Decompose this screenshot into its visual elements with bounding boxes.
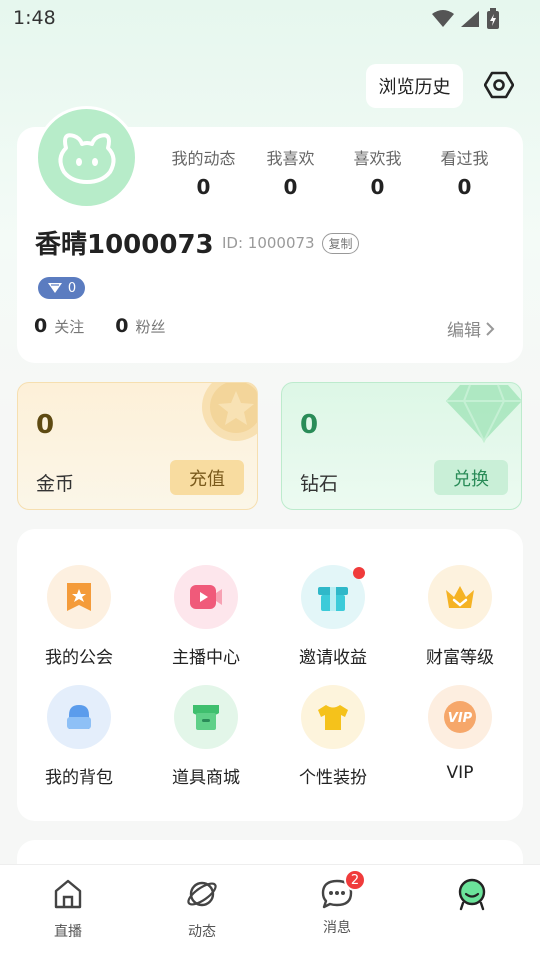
user-id: ID: 1000073: [222, 234, 315, 252]
stat-label: 看过我: [440, 149, 489, 168]
coins-label: 金币: [36, 473, 75, 495]
following-count[interactable]: 0: [34, 315, 47, 337]
menu-label: 邀请收益: [299, 648, 367, 668]
guild-icon: [47, 565, 111, 629]
stat-value: 0: [457, 175, 472, 199]
nav-label: 动态: [188, 924, 216, 940]
fans-label[interactable]: 粉丝: [135, 316, 165, 337]
username: 香晴1000073: [35, 230, 214, 260]
chevron-right-icon: [486, 321, 495, 336]
menu-item-outfit[interactable]: 个性装扮: [278, 685, 388, 788]
diamonds-value: 0: [300, 410, 319, 440]
diamonds-label: 钻石: [300, 473, 339, 495]
menu-item-shop[interactable]: 道具商城: [151, 685, 261, 788]
status-icons: [432, 8, 500, 30]
follow-row: 0 关注 0 粉丝: [34, 315, 197, 337]
planet-icon: [187, 881, 217, 907]
chat-icon-wrap: 2: [320, 869, 366, 911]
crown-icon: [428, 565, 492, 629]
level-badge: 0: [38, 277, 85, 299]
battery-icon: [487, 8, 499, 29]
nav-label: 消息: [323, 920, 351, 936]
signal-icon: [461, 11, 479, 27]
stat-i-like[interactable]: 我喜欢 0: [247, 145, 334, 199]
menu-label: 我的公会: [45, 648, 113, 668]
menu-label: VIP: [446, 763, 474, 783]
menu-item-backpack[interactable]: 我的背包: [24, 685, 134, 788]
stat-label: 我的动态: [171, 149, 236, 168]
stat-value: 0: [196, 175, 211, 199]
backpack-icon: [47, 685, 111, 749]
edit-profile-link[interactable]: 编辑: [447, 316, 495, 341]
invite-gift-icon: [301, 565, 365, 629]
nav-label: 直播: [54, 924, 82, 940]
bottom-nav: 直播 动态 2 消息: [0, 864, 540, 960]
nav-tab-messages[interactable]: 2 消息: [302, 869, 372, 937]
stat-value: 0: [283, 175, 298, 199]
svg-text:VIP: VIP: [448, 711, 473, 726]
avatar[interactable]: [35, 106, 138, 209]
level-value: 0: [67, 280, 77, 296]
home-icon: [54, 879, 82, 909]
stat-my-posts[interactable]: 我的动态 0: [160, 145, 247, 199]
menu-label: 道具商城: [172, 768, 240, 788]
stat-label: 喜欢我: [353, 149, 402, 168]
stat-label: 我喜欢: [266, 149, 315, 168]
menu-label: 个性装扮: [299, 768, 367, 788]
anchor-center-icon: [174, 565, 238, 629]
edit-label: 编辑: [447, 321, 481, 341]
settings-icon[interactable]: [484, 70, 514, 100]
diamond-decoration-icon: [446, 384, 521, 443]
stat-value: 0: [370, 175, 385, 199]
coins-card[interactable]: 0 金币 充值: [17, 382, 258, 510]
menu-item-guild[interactable]: 我的公会: [24, 565, 134, 668]
exchange-button[interactable]: 兑换: [434, 460, 508, 495]
copy-id-button[interactable]: 复制: [322, 233, 359, 254]
browse-history-button[interactable]: 浏览历史: [366, 64, 463, 108]
profile-stats: 我的动态 0 我喜欢 0 喜欢我 0 看过我 0: [160, 145, 510, 199]
menu-item-vip[interactable]: VIP VIP: [405, 685, 515, 783]
wifi-icon: [432, 10, 454, 27]
menu-label: 主播中心: [172, 648, 240, 668]
coins-value: 0: [36, 410, 55, 440]
menu-item-invite[interactable]: 邀请收益: [278, 565, 388, 668]
profile-icon: [458, 878, 486, 911]
menu-item-wealth-level[interactable]: 财富等级: [405, 565, 515, 668]
level-chevron-icon: [47, 283, 62, 293]
nav-tab-profile[interactable]: [437, 877, 507, 921]
following-label[interactable]: 关注: [54, 316, 84, 337]
unread-badge: 2: [344, 869, 366, 891]
diamonds-card[interactable]: 0 钻石 兑换: [281, 382, 522, 510]
menu-label: 我的背包: [45, 768, 113, 788]
menu-label: 财富等级: [426, 648, 494, 668]
shop-icon: [174, 685, 238, 749]
nav-tab-live[interactable]: 直播: [33, 877, 103, 941]
status-bar: 1:48: [0, 0, 540, 38]
new-indicator-dot: [353, 567, 365, 579]
coin-decoration-icon: [202, 383, 257, 441]
menu-item-anchor-center[interactable]: 主播中心: [151, 565, 261, 668]
vip-icon: VIP: [428, 685, 492, 749]
stat-likes-me[interactable]: 喜欢我 0: [334, 145, 421, 199]
recharge-button[interactable]: 充值: [170, 460, 244, 495]
avatar-mascot-icon: [58, 132, 115, 184]
outfit-icon: [301, 685, 365, 749]
nav-tab-moments[interactable]: 动态: [167, 877, 237, 941]
status-time: 1:48: [13, 7, 56, 29]
stat-visitors[interactable]: 看过我 0: [421, 145, 508, 199]
fans-count[interactable]: 0: [115, 315, 128, 337]
